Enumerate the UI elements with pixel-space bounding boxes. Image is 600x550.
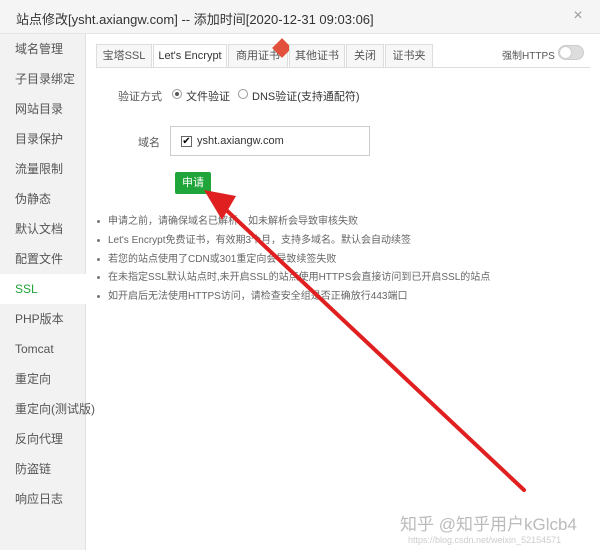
radio-dns-verify[interactable] (238, 89, 248, 99)
radio-file-verify-label: 文件验证 (186, 91, 230, 103)
domain-label: 域名 (138, 137, 160, 149)
close-icon[interactable]: × (568, 6, 588, 26)
tip-item: 如开启后无法使用HTTPS访问，请检查安全组是否正确放行443端口 (96, 289, 407, 305)
tip-item: 在未指定SSL默认站点时,未开启SSL的站点使用HTTPS会直接访问到已开启SS… (96, 270, 490, 286)
domain-value: ysht.axiangw.com (197, 135, 284, 147)
sidebar-item-redirect-beta[interactable]: 重定向(测试版) (0, 394, 95, 424)
force-https-toggle[interactable] (558, 45, 584, 60)
sidebar-item-hotlink-protection[interactable]: 防盗链 (0, 454, 86, 484)
apply-button[interactable]: 申请 (175, 172, 211, 194)
dialog-title: 站点修改[ysht.axiangw.com] -- 添加时间[2020-12-3… (16, 12, 374, 27)
site-edit-dialog: 站点修改[ysht.axiangw.com] -- 添加时间[2020-12-3… (0, 0, 600, 550)
verify-method-label: 验证方式 (118, 91, 162, 103)
sidebar-item-ssl[interactable]: SSL (0, 274, 87, 304)
sidebar-item-traffic-limit[interactable]: 流量限制 (0, 154, 86, 184)
sidebar-item-directory-protection[interactable]: 目录保护 (0, 124, 86, 154)
tab-commercial-cert-label: 商用证书 (236, 50, 280, 62)
tip-item: 申请之前，请确保域名已解析，如未解析会导致审核失败 (96, 214, 358, 230)
domain-list: ✔ ysht.axiangw.com (170, 126, 370, 156)
watermark: 知乎 @知乎用户kGlcb4 (400, 515, 577, 534)
radio-file-verify[interactable] (172, 89, 182, 99)
sidebar-item-subdirectory-binding[interactable]: 子目录绑定 (0, 64, 86, 94)
watermark-url: https://blog.csdn.net/weixin_52154571 (408, 535, 562, 545)
sidebar-item-domain-management[interactable]: 域名管理 (0, 34, 86, 64)
tip-item: Let's Encrypt免费证书，有效期3个月，支持多域名。默认会自动续签 (96, 233, 411, 249)
sidebar-item-default-document[interactable]: 默认文档 (0, 214, 86, 244)
sidebar-item-rewrite[interactable]: 伪静态 (0, 184, 86, 214)
sidebar-item-response-log[interactable]: 响应日志 (0, 484, 86, 514)
sidebar-item-tomcat[interactable]: Tomcat (0, 334, 86, 364)
sidebar-item-site-directory[interactable]: 网站目录 (0, 94, 86, 124)
toggle-knob (560, 47, 571, 58)
tab-cert-folder[interactable]: 证书夹 (385, 44, 433, 68)
tab-divider (96, 67, 590, 68)
sidebar: 域名管理 子目录绑定 网站目录 目录保护 流量限制 伪静态 默认文档 配置文件 … (0, 34, 95, 550)
tab-bt-ssl[interactable]: 宝塔SSL (96, 44, 152, 68)
sidebar-item-config-file[interactable]: 配置文件 (0, 244, 86, 274)
sidebar-item-reverse-proxy[interactable]: 反向代理 (0, 424, 86, 454)
title-bar: 站点修改[ysht.axiangw.com] -- 添加时间[2020-12-3… (0, 0, 600, 34)
tab-commercial-cert[interactable]: 商用证书 (228, 38, 292, 68)
tab-close[interactable]: 关闭 (346, 44, 384, 68)
force-https-label: 强制HTTPS (502, 51, 555, 62)
domain-checkbox[interactable]: ✔ (181, 136, 192, 147)
tab-other-cert[interactable]: 其他证书 (289, 44, 345, 68)
radio-dns-verify-label: DNS验证(支持通配符) (252, 91, 360, 103)
sidebar-item-redirect[interactable]: 重定向 (0, 364, 86, 394)
tab-lets-encrypt[interactable]: Let's Encrypt (153, 44, 227, 68)
sidebar-item-php-version[interactable]: PHP版本 (0, 304, 86, 334)
tip-item: 若您的站点使用了CDN或301重定向会导致续签失败 (96, 252, 336, 268)
